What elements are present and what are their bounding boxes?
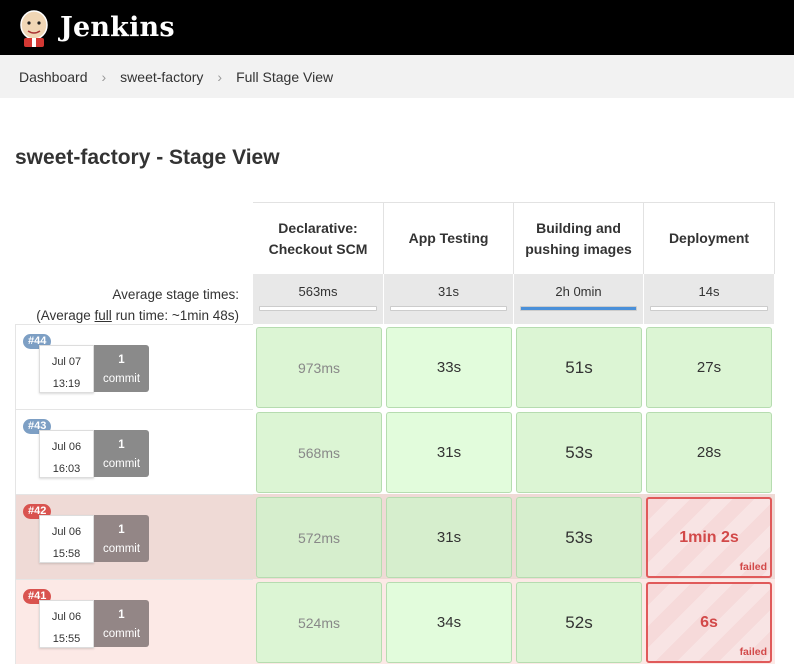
chevron-right-icon: › <box>101 68 107 85</box>
stage-duration-cell[interactable]: 524ms <box>256 582 382 663</box>
chevron-right-icon: › <box>217 68 223 85</box>
stage-duration-value: 28s <box>696 444 722 461</box>
average-times-label: Average stage times: (Average full run t… <box>36 284 239 326</box>
stage-header-label: Building and <box>536 219 621 236</box>
build-date-time: 16:03 <box>52 463 81 475</box>
breadcrumb-current[interactable]: Full Stage View <box>236 69 333 85</box>
stage-duration-cell[interactable]: 34s <box>386 582 512 663</box>
average-time-cell: 14s <box>644 274 775 324</box>
build-date: Jul 06 15:58 <box>39 515 94 563</box>
run-row: #44 Jul 07 13:19 1 commit <box>15 324 253 409</box>
stage-duration-value: 53s <box>565 442 593 462</box>
build-date-time: 15:58 <box>52 548 81 560</box>
stage-header-label: Declarative: <box>278 219 358 236</box>
top-header: Jenkins <box>0 0 794 55</box>
commit-count: 1 <box>118 524 125 536</box>
commit-count-button[interactable]: 1 commit <box>94 515 149 562</box>
stage-header-label: pushing images <box>525 240 632 257</box>
stage-header-label: Deployment <box>668 230 750 246</box>
average-time-value: 563ms <box>298 284 338 299</box>
brand-title[interactable]: Jenkins <box>60 12 175 43</box>
average-stage-times-text: Average stage times: <box>112 287 239 302</box>
failed-status-label: failed <box>739 646 767 658</box>
stage-duration-value: 27s <box>696 359 722 376</box>
stage-duration-value: 51s <box>565 357 593 377</box>
commit-label: commit <box>102 373 141 385</box>
build-date-time: 15:55 <box>52 633 81 645</box>
stage-duration-cell[interactable]: 51s <box>516 327 642 408</box>
average-time-value: 14s <box>698 284 720 299</box>
commit-count: 1 <box>118 439 125 451</box>
stage-header-building: Building and pushing images <box>514 202 644 274</box>
stage-duration-value: 6s <box>700 613 718 631</box>
stage-duration-value: 973ms <box>297 359 341 376</box>
average-progress-bar <box>390 306 507 311</box>
commit-count-button[interactable]: 1 commit <box>94 430 149 477</box>
commit-label: commit <box>102 543 141 555</box>
page-title: sweet-factory - Stage View <box>15 146 280 169</box>
breadcrumb-dashboard[interactable]: Dashboard <box>19 69 88 85</box>
stage-duration-value: 34s <box>436 614 462 631</box>
failed-status-label: failed <box>739 561 767 573</box>
stage-duration-cell[interactable]: 53s <box>516 412 642 493</box>
stage-duration-cell[interactable]: 568ms <box>256 412 382 493</box>
average-time-value: 2h 0min <box>555 284 602 299</box>
jenkins-logo-icon[interactable] <box>18 8 50 48</box>
build-date: Jul 07 13:19 <box>39 345 94 393</box>
stage-duration-cell[interactable]: 6s failed <box>646 582 772 663</box>
stage-header-label: Checkout SCM <box>268 240 368 257</box>
average-time-cell: 563ms <box>253 274 384 324</box>
stage-duration-cell[interactable]: 53s <box>516 497 642 578</box>
average-run-prefix: (Average <box>36 308 95 323</box>
build-date-time: 13:19 <box>52 378 81 390</box>
stage-duration-cell[interactable]: 31s <box>386 497 512 578</box>
build-date-day: Jul 06 <box>51 441 82 453</box>
stage-duration-value: 524ms <box>297 614 341 631</box>
build-date-day: Jul 06 <box>51 611 82 623</box>
stage-header-label: App Testing <box>408 230 489 246</box>
stage-duration-cell[interactable]: 52s <box>516 582 642 663</box>
stage-duration-value: 572ms <box>297 529 341 546</box>
average-time-value: 31s <box>438 284 459 299</box>
stage-duration-value: 53s <box>565 527 593 547</box>
build-date: Jul 06 15:55 <box>39 600 94 648</box>
commit-count-button[interactable]: 1 commit <box>94 600 149 647</box>
full-run-time-link[interactable]: full <box>95 308 112 323</box>
stage-header-deployment: Deployment <box>644 202 775 274</box>
average-progress-bar <box>650 306 768 311</box>
commit-count: 1 <box>118 609 125 621</box>
stage-duration-value: 568ms <box>297 444 341 461</box>
commit-label: commit <box>102 458 141 470</box>
stage-duration-value: 33s <box>436 359 462 376</box>
average-progress-bar <box>520 306 637 311</box>
breadcrumb-job[interactable]: sweet-factory <box>120 69 203 85</box>
run-row: #42 Jul 06 15:58 1 commit <box>15 494 253 579</box>
stage-duration-value: 52s <box>565 612 593 632</box>
stage-duration-cell[interactable]: 31s <box>386 412 512 493</box>
stage-duration-cell[interactable]: 28s <box>646 412 772 493</box>
stage-duration-value: 31s <box>436 529 462 546</box>
average-time-cell: 2h 0min <box>514 274 644 324</box>
stage-duration-value: 31s <box>436 444 462 461</box>
stage-header-app-testing: App Testing <box>384 202 514 274</box>
stage-header-checkout: Declarative: Checkout SCM <box>253 202 384 274</box>
run-row: #41 Jul 06 15:55 1 commit <box>15 579 253 664</box>
stage-duration-value: 1min 2s <box>679 528 739 546</box>
stage-duration-cell[interactable]: 973ms <box>256 327 382 408</box>
commit-label: commit <box>102 628 141 640</box>
build-date: Jul 06 16:03 <box>39 430 94 478</box>
commit-count: 1 <box>118 354 125 366</box>
commit-count-button[interactable]: 1 commit <box>94 345 149 392</box>
build-date-day: Jul 06 <box>51 526 82 538</box>
stage-duration-cell[interactable]: 1min 2s failed <box>646 497 772 578</box>
build-date-day: Jul 07 <box>51 356 82 368</box>
average-time-cell: 31s <box>384 274 514 324</box>
average-run-suffix: run time: ~1min 48s) <box>111 308 239 323</box>
stage-duration-cell[interactable]: 572ms <box>256 497 382 578</box>
average-progress-bar <box>259 306 377 311</box>
run-row: #43 Jul 06 16:03 1 commit <box>15 409 253 494</box>
breadcrumb: Dashboard › sweet-factory › Full Stage V… <box>0 55 794 98</box>
stage-duration-cell[interactable]: 27s <box>646 327 772 408</box>
stage-duration-cell[interactable]: 33s <box>386 327 512 408</box>
